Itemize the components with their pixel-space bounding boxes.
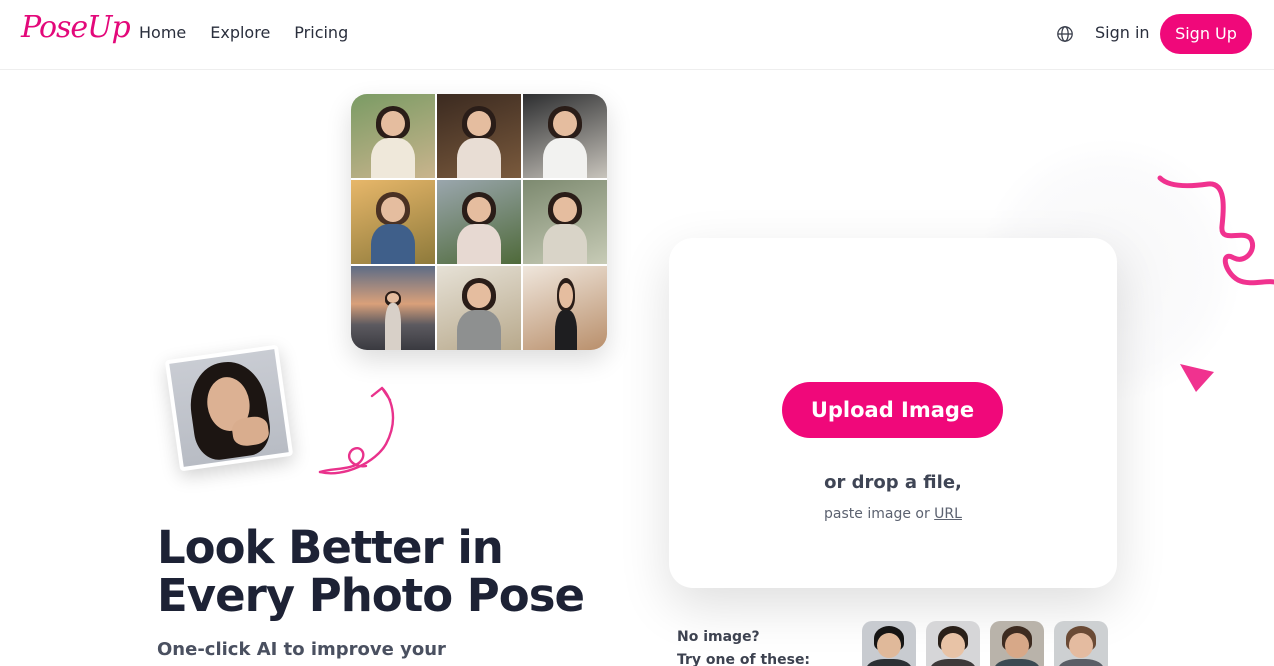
url-link[interactable]: URL	[934, 506, 962, 522]
upload-image-button[interactable]: Upload Image	[782, 382, 1003, 438]
example-photo-grid	[351, 94, 607, 350]
headline-line-2: Every Photo Pose	[157, 569, 585, 622]
upload-dropzone[interactable]: Upload Image or drop a file, paste image…	[669, 238, 1117, 588]
curly-arrow-decoration	[318, 386, 395, 475]
example-photo	[523, 180, 607, 264]
example-photo	[351, 94, 435, 178]
hero-headline: Look Better in Every Photo Pose	[157, 524, 617, 620]
logo[interactable]: PoseUp	[21, 10, 131, 45]
example-photo	[351, 180, 435, 264]
example-photo	[437, 266, 521, 350]
sign-in-link[interactable]: Sign in	[1095, 23, 1150, 42]
top-navigation-bar: PoseUp Home Explore Pricing Sign in Sign…	[0, 0, 1274, 70]
main-nav: Home Explore Pricing	[139, 23, 348, 42]
globe-icon[interactable]	[1056, 25, 1074, 43]
example-photo	[523, 266, 607, 350]
example-photo	[437, 94, 521, 178]
sample-image-3[interactable]	[990, 621, 1044, 666]
sample-image-4[interactable]	[1054, 621, 1108, 666]
uploaded-portrait-photo	[164, 344, 294, 472]
headline-line-1: Look Better in	[157, 521, 504, 574]
paste-text-prefix: paste image or	[824, 506, 935, 522]
example-photo	[351, 266, 435, 350]
squiggle-decoration	[1157, 175, 1274, 286]
sample-image-2[interactable]	[926, 621, 980, 666]
sample-images	[862, 621, 1108, 666]
example-photo	[437, 180, 521, 264]
sample-image-1[interactable]	[862, 621, 916, 666]
nav-pricing-link[interactable]: Pricing	[294, 23, 348, 42]
example-photo	[523, 94, 607, 178]
sign-up-button[interactable]: Sign Up	[1160, 14, 1252, 54]
no-image-label: No image?	[677, 629, 760, 645]
drop-file-text: or drop a file,	[824, 472, 962, 493]
paste-instructions: paste image or URL	[669, 506, 1117, 522]
sample-prompt: No image? Try one of these:	[677, 626, 810, 666]
nav-home-link[interactable]: Home	[139, 23, 186, 42]
triangle-decoration	[1180, 364, 1214, 392]
nav-explore-link[interactable]: Explore	[210, 23, 270, 42]
try-these-label: Try one of these:	[677, 652, 811, 666]
hero-subheadline: One-click AI to improve your	[157, 639, 446, 660]
